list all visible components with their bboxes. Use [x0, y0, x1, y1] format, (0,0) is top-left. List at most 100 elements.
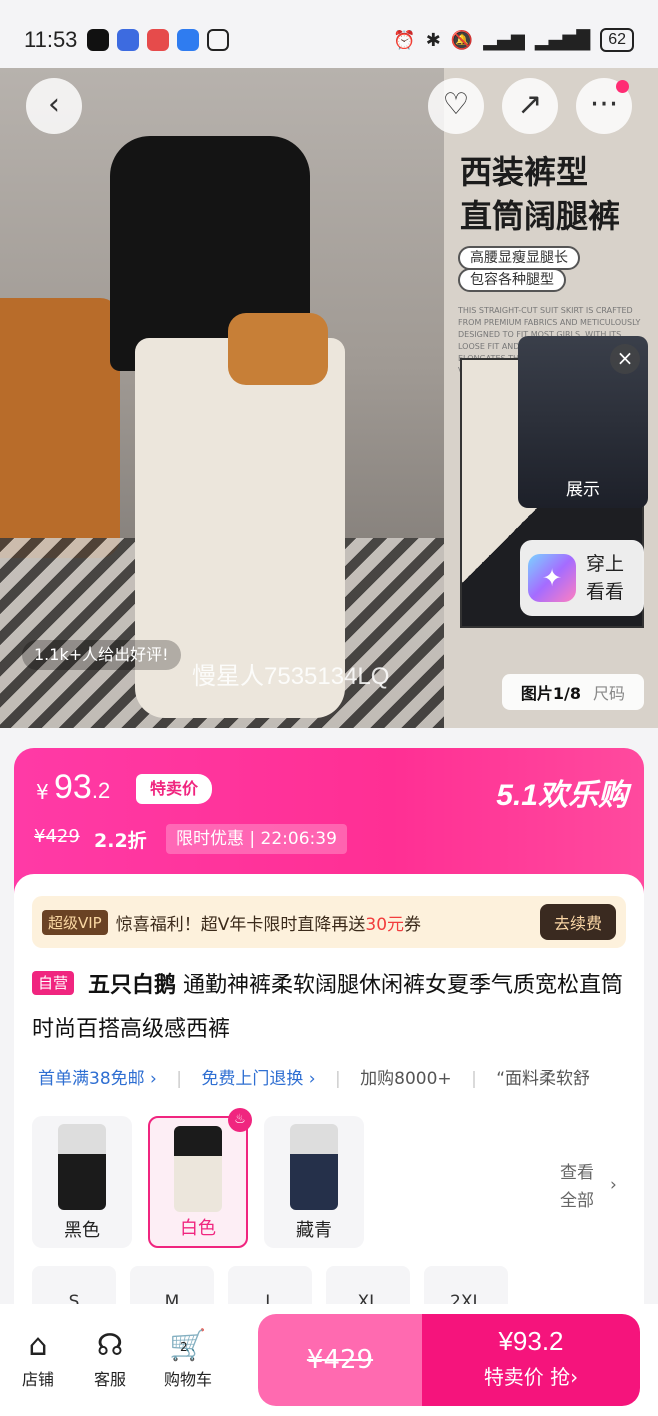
product-info-card: 超级VIP 惊喜福利！超V年卡限时直降再送30元券 去续费 自营 五只白鹅 通勤神… — [14, 874, 644, 1326]
try-on-button[interactable]: ✦ 穿上 看看 — [520, 540, 644, 616]
status-right: ⏰ ✱ 🔕 ▂▄▆ ▂▄▆█ 62 — [393, 28, 634, 52]
chevron-right-icon: › — [610, 1175, 617, 1195]
more-dots-icon: ··· — [589, 87, 619, 122]
see-all-line: 查看 — [560, 1163, 594, 1183]
app-icon — [177, 29, 200, 51]
limited-label: 限时优惠 — [176, 829, 244, 849]
share-button[interactable]: ↗ — [502, 78, 558, 134]
feature-pill: 包容各种腿型 — [458, 268, 566, 292]
divider: | — [176, 1069, 182, 1089]
pager-size-tab[interactable]: 尺码 — [593, 680, 625, 704]
promo-title: 5.1欢乐购 — [496, 779, 628, 812]
see-all-line: 全部 — [560, 1191, 594, 1211]
color-label: 藏青 — [296, 1220, 332, 1241]
divider: | — [471, 1069, 477, 1089]
free-return-link[interactable]: 免费上门退换 › — [201, 1069, 315, 1089]
color-option-navy[interactable]: 藏青 — [264, 1116, 364, 1248]
info-title-line: 直筒阔腿裤 — [460, 197, 621, 235]
buy-button-group: ¥429 ¥93.2 特卖价 抢› — [258, 1314, 640, 1406]
info-panel-title: 西装裤型 直筒阔腿裤 — [460, 150, 620, 238]
discount-rate: 2.2折 — [94, 830, 147, 852]
vip-badge: 超级VIP — [42, 909, 108, 935]
color-thumbnail — [58, 1124, 106, 1210]
price-integer: 93 — [54, 768, 92, 806]
share-icon: ↗ — [517, 87, 543, 122]
service-label: 客服 — [93, 1370, 126, 1389]
original-price: ¥429 — [34, 826, 80, 847]
sale-price: 93.2 — [54, 768, 110, 807]
buy-now-button[interactable]: ¥93.2 特卖价 抢› — [422, 1314, 640, 1406]
vip-banner[interactable]: 超级VIP 惊喜福利！超V年卡限时直降再送30元券 去续费 — [32, 896, 626, 948]
status-time: 11:53 — [24, 27, 78, 52]
shop-button[interactable]: ⌂ 店铺 — [8, 1326, 68, 1390]
brand-name[interactable]: 五只白鹅 — [88, 973, 176, 998]
close-icon[interactable]: × — [610, 344, 640, 374]
renew-button[interactable]: 去续费 — [539, 904, 616, 940]
self-operated-badge: 自营 — [32, 971, 75, 995]
try-on-line: 看看 — [586, 581, 625, 603]
free-shipping-link[interactable]: 首单满38免邮 › — [38, 1069, 157, 1089]
shop-label: 店铺 — [21, 1370, 54, 1389]
try-on-label: 穿上 看看 — [586, 550, 624, 606]
review-count-badge[interactable]: 1.1k+人给出好评! — [22, 640, 181, 670]
see-all-colors-button[interactable]: 查看 全部 › — [560, 1159, 617, 1215]
customer-service-button[interactable]: ☊ 客服 — [80, 1326, 140, 1390]
cart-adds-count: 加购8000+ — [360, 1069, 452, 1089]
review-snippet[interactable]: “面料柔软舒 — [496, 1069, 590, 1089]
notification-dot — [616, 80, 629, 93]
divider: | — [335, 1069, 341, 1089]
tieba-icon — [117, 29, 140, 51]
headset-icon: ☊ — [96, 1328, 124, 1363]
image-pager[interactable]: 图片1/8 尺码 — [502, 674, 644, 710]
signal-icon: ▂▄▆█ — [534, 29, 591, 51]
qq-icon — [87, 29, 110, 51]
cart-button[interactable]: 🛒 2 购物车 — [158, 1326, 218, 1390]
color-option-black[interactable]: 黑色 — [32, 1116, 132, 1248]
countdown-timer: 22:06:39 — [260, 829, 337, 849]
bluetooth-icon: ✱ — [425, 29, 441, 51]
vip-text-suffix: 券 — [404, 914, 422, 935]
buy-original-price-button[interactable]: ¥429 — [258, 1314, 422, 1406]
product-title: 自营 五只白鹅 通勤神裤柔软阔腿休闲裤女夏季气质宽松直筒时尚百搭高级感西裤 — [32, 964, 632, 1052]
mail-icon — [147, 29, 170, 51]
cart-icon: 🛒 — [169, 1328, 207, 1363]
cart-label: 购物车 — [163, 1370, 212, 1389]
benefits-row: 首单满38免邮 › | 免费上门退换 › | 加购8000+ | “面料柔软舒 — [38, 1064, 626, 1089]
sparkle-icon: ✦ — [528, 554, 576, 602]
pager-image-count[interactable]: 图片1/8 — [521, 680, 581, 704]
favorite-button[interactable]: ♡ — [428, 78, 484, 134]
alarm-icon: ⏰ — [393, 29, 416, 51]
feature-pill: 高腰显瘦显腿长 — [458, 246, 580, 270]
mute-icon: 🔕 — [450, 29, 474, 51]
color-option-white[interactable]: ♨ 白色 — [148, 1108, 252, 1248]
product-detail-page: 西装裤型 直筒阔腿裤 高腰显瘦显腿长 包容各种腿型 THIS STRAIGHT-… — [0, 0, 658, 1416]
try-on-line: 穿上 — [586, 553, 625, 575]
product-photo — [0, 68, 444, 728]
bottom-action-bar: ⌂ 店铺 ☊ 客服 🛒 2 购物车 ¥429 ¥93.2 特卖价 抢› — [0, 1304, 658, 1416]
watermark: 慢星人7535134LQ — [192, 663, 390, 690]
color-label: 白色 — [180, 1218, 216, 1239]
cart-count-badge: 2 — [180, 1340, 188, 1354]
vip-amount: 30元 — [365, 914, 405, 935]
chair-shape — [0, 298, 120, 558]
chevron-left-icon: ‹ — [48, 87, 60, 122]
buy-now-price: ¥93.2 — [498, 1326, 564, 1356]
battery-icon: 62 — [600, 28, 634, 52]
signal-icon: ▂▄▆ — [483, 29, 525, 51]
vip-text: 惊喜福利！超V年卡限时直降再送30元券 — [116, 910, 421, 935]
bag-shape — [228, 313, 328, 385]
currency-symbol: ¥ — [36, 780, 49, 804]
status-bar: 11:53 ⏰ ✱ 🔕 ▂▄▆ ▂▄▆█ 62 — [0, 0, 658, 80]
vip-text-main: 惊喜福利！超V年卡限时直降再送 — [115, 914, 366, 935]
buy-now-label: 特卖价 抢› — [483, 1365, 579, 1389]
showcase-label: 展示 — [566, 480, 600, 500]
color-thumbnail — [174, 1126, 222, 1212]
info-title-line: 西装裤型 — [460, 153, 589, 191]
color-options: 黑色 ♨ 白色 藏青 — [32, 1108, 364, 1248]
special-price-tag: 特卖价 — [136, 774, 213, 804]
heart-plus-icon: ♡ — [442, 87, 470, 122]
store-icon: ⌂ — [28, 1328, 48, 1363]
price-decimal: .2 — [91, 778, 111, 803]
back-button[interactable]: ‹ — [26, 78, 82, 134]
nfc-icon — [207, 29, 230, 51]
